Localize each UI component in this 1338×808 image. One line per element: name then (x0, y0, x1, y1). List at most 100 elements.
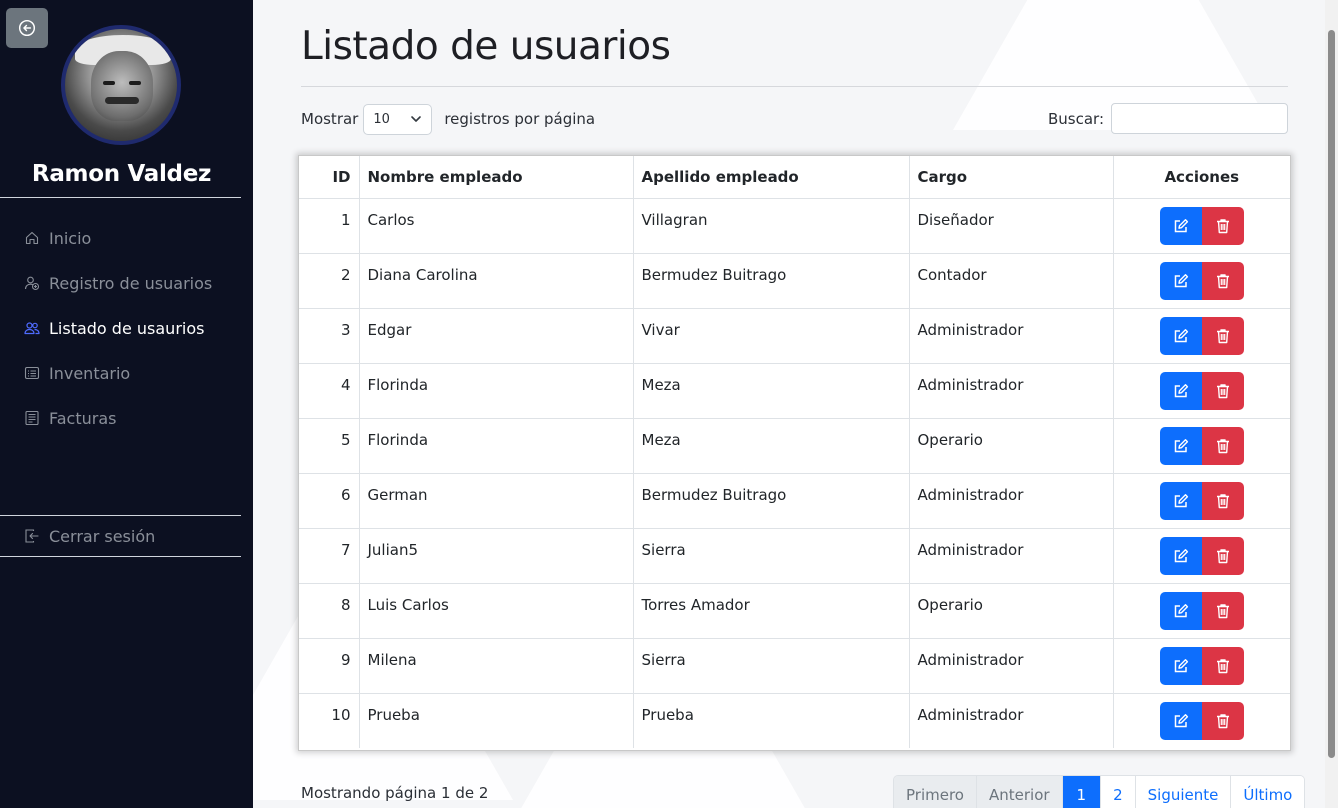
users-icon (24, 320, 40, 336)
logout-label: Cerrar sesión (49, 526, 156, 546)
cell-id: 5 (299, 417, 360, 474)
sidebar-item-label: Inventario (49, 363, 131, 383)
edit-icon (1173, 218, 1189, 234)
scrollbar-thumb[interactable] (1328, 30, 1335, 758)
delete-button[interactable] (1201, 701, 1244, 740)
column-header-nombre[interactable]: Nombre empleado (358, 156, 634, 199)
sidebar-item-facturas[interactable]: Facturas (24, 406, 116, 430)
edit-button[interactable] (1159, 371, 1202, 410)
avatar (61, 25, 181, 145)
trash-icon (1216, 328, 1230, 344)
row-actions (1159, 261, 1244, 300)
delete-button[interactable] (1201, 646, 1244, 685)
column-header-cargo[interactable]: Cargo (908, 156, 1114, 199)
column-header-id[interactable]: ID (299, 156, 360, 199)
cell-cargo: Operario (908, 417, 1114, 474)
edit-button[interactable] (1159, 701, 1202, 740)
page-prev-button[interactable]: Anterior (976, 776, 1063, 808)
cell-apellido: Torres Amador (632, 582, 910, 639)
sidebar-divider (0, 197, 241, 198)
table-row: 8 Luis Carlos Torres Amador Operario (299, 582, 1290, 639)
edit-icon (1173, 438, 1189, 454)
trash-icon (1216, 603, 1230, 619)
sidebar-item-registro[interactable]: Registro de usuarios (24, 271, 212, 295)
main-content: Listado de usuarios Mostrar 10 registros… (253, 0, 1325, 808)
pagination-info: Mostrando página 1 de 2 (301, 784, 489, 802)
cell-nombre: Edgar (358, 307, 634, 364)
sidebar-item-inventario[interactable]: Inventario (24, 361, 130, 385)
row-actions (1159, 536, 1244, 575)
table-row: 4 Florinda Meza Administrador (299, 362, 1290, 419)
edit-button[interactable] (1159, 261, 1202, 300)
cell-cargo: Operario (908, 582, 1114, 639)
trash-icon (1216, 218, 1230, 234)
cell-id: 3 (299, 307, 360, 364)
page-1-button[interactable]: 1 (1062, 776, 1102, 808)
page-scrollbar[interactable] (1325, 0, 1338, 808)
cell-cargo: Administrador (908, 692, 1114, 748)
back-button[interactable] (6, 8, 48, 48)
length-suffix: registros por página (444, 110, 596, 128)
logout-link[interactable]: Cerrar sesión (24, 524, 155, 548)
edit-icon (1173, 603, 1189, 619)
delete-button[interactable] (1201, 316, 1244, 355)
page-length-select[interactable]: 10 (363, 103, 433, 135)
column-header-apellido[interactable]: Apellido empleado (632, 156, 910, 199)
edit-button[interactable] (1159, 206, 1202, 245)
page-first-button[interactable]: Primero (894, 776, 977, 808)
delete-button[interactable] (1201, 591, 1244, 630)
cell-id: 9 (299, 637, 360, 694)
pagination: Primero Anterior 1 2 Siguiente Último (893, 775, 1306, 808)
sidebar-item-label: Registro de usuarios (49, 273, 213, 293)
cell-id: 8 (299, 582, 360, 639)
cell-apellido: Sierra (632, 527, 910, 584)
search-control: Buscar: (1048, 103, 1288, 134)
edit-button[interactable] (1159, 426, 1202, 465)
cell-apellido: Meza (632, 417, 910, 474)
cell-cargo: Administrador (908, 472, 1114, 529)
table-row: 6 German Bermudez Buitrago Administrador (299, 472, 1290, 529)
edit-button[interactable] (1159, 481, 1202, 520)
delete-button[interactable] (1201, 426, 1244, 465)
delete-button[interactable] (1201, 371, 1244, 410)
cell-nombre: Milena (358, 637, 634, 694)
cell-acciones (1112, 637, 1290, 694)
search-input[interactable] (1111, 103, 1288, 134)
edit-button[interactable] (1159, 646, 1202, 685)
cell-acciones (1112, 527, 1290, 584)
edit-icon (1173, 328, 1189, 344)
page-last-button[interactable]: Último (1231, 776, 1305, 808)
delete-button[interactable] (1201, 481, 1244, 520)
cell-acciones (1112, 472, 1290, 529)
cell-nombre: Diana Carolina (358, 252, 634, 309)
cell-cargo: Administrador (908, 637, 1114, 694)
cell-cargo: Administrador (908, 307, 1114, 364)
page-next-button[interactable]: Siguiente (1135, 776, 1232, 808)
edit-icon (1173, 383, 1189, 399)
cell-cargo: Contador (908, 252, 1114, 309)
trash-icon (1216, 493, 1230, 509)
sidebar-item-listado[interactable]: Listado de usaurios (24, 316, 204, 340)
cell-nombre: Florinda (358, 362, 634, 419)
delete-button[interactable] (1201, 206, 1244, 245)
delete-button[interactable] (1201, 261, 1244, 300)
table-row: 1 Carlos Villagran Diseñador (299, 197, 1290, 254)
row-actions (1159, 371, 1244, 410)
trash-icon (1216, 658, 1230, 674)
list-card-icon (24, 365, 40, 381)
cell-apellido: Vivar (632, 307, 910, 364)
edit-button[interactable] (1159, 316, 1202, 355)
column-header-acciones: Acciones (1112, 156, 1290, 199)
page-title: Listado de usuarios (301, 24, 671, 69)
page-2-button[interactable]: 2 (1101, 776, 1136, 808)
sidebar-item-inicio[interactable]: Inicio (24, 226, 91, 250)
edit-button[interactable] (1159, 591, 1202, 630)
cell-apellido: Bermudez Buitrago (632, 472, 910, 529)
trash-icon (1216, 438, 1230, 454)
cell-acciones (1112, 252, 1290, 309)
trash-icon (1216, 713, 1230, 729)
edit-button[interactable] (1159, 536, 1202, 575)
sidebar-divider (0, 515, 241, 516)
sidebar-item-label: Inicio (49, 228, 92, 248)
delete-button[interactable] (1201, 536, 1244, 575)
